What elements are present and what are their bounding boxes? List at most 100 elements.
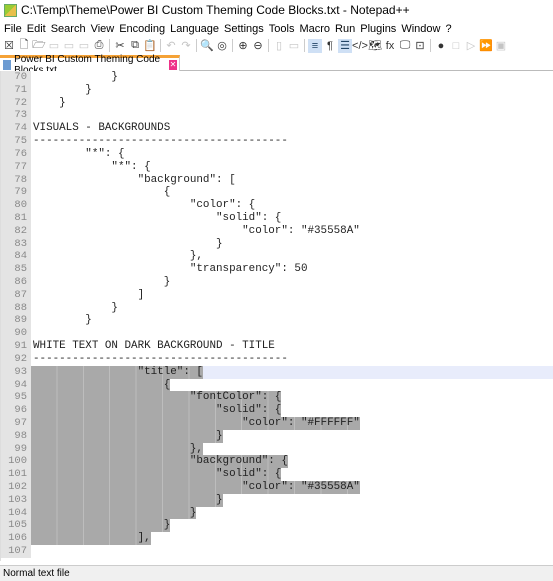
code-line: 79 { bbox=[1, 186, 553, 200]
folder-workspace-icon[interactable]: ⊡ bbox=[413, 39, 427, 53]
save-icon[interactable]: ▭ bbox=[47, 39, 61, 53]
line-number: 91 bbox=[1, 340, 31, 353]
code-line: 83 } bbox=[1, 237, 553, 251]
line-text: "*": { bbox=[33, 160, 151, 173]
record-macro-icon[interactable]: ● bbox=[434, 39, 448, 53]
code-line: 85 "transparency": 50 bbox=[1, 263, 553, 276]
menu-search[interactable]: Search bbox=[49, 23, 89, 35]
menu-window[interactable]: Window bbox=[399, 23, 443, 35]
line-number: 95 bbox=[1, 391, 31, 405]
line-text: "*": { bbox=[33, 147, 125, 160]
line-text: } bbox=[33, 237, 223, 250]
paste-icon[interactable]: 📋 bbox=[143, 39, 157, 53]
toolbar-separator bbox=[196, 39, 197, 52]
tab-active-file[interactable]: Power BI Custom Theming Code Blocks.txt … bbox=[0, 54, 180, 76]
toolbar-separator bbox=[160, 39, 161, 52]
line-text: } bbox=[33, 276, 171, 288]
tab-close-icon[interactable]: ✕ bbox=[168, 59, 177, 70]
code-line: 95 "fontColor": { bbox=[1, 391, 553, 405]
word-wrap-icon[interactable]: ≡ bbox=[308, 38, 322, 53]
code-line: 107 bbox=[1, 545, 553, 558]
zoom-out-icon[interactable]: ⊖ bbox=[251, 39, 265, 53]
line-number: 81 bbox=[1, 211, 31, 225]
close-all-icon[interactable]: ☒ bbox=[2, 39, 16, 53]
line-text: --------------------------------------- bbox=[33, 135, 288, 148]
code-line: 75 --------------------------------------… bbox=[1, 135, 553, 148]
line-number: 80 bbox=[1, 199, 31, 212]
stop-macro-icon[interactable]: □ bbox=[449, 39, 463, 53]
line-number: 103 bbox=[1, 493, 31, 507]
menu-plugins[interactable]: Plugins bbox=[358, 23, 399, 35]
selected-text: "title": [ bbox=[31, 365, 203, 379]
code-line: 88 } bbox=[1, 301, 553, 315]
selected-text: "color": "#35558A" bbox=[31, 481, 360, 494]
code-line: 74 VISUALS - BACKGROUNDS bbox=[1, 122, 553, 136]
indent-guide-icon[interactable]: ☰ bbox=[338, 38, 352, 53]
find-icon[interactable]: 🔍 bbox=[200, 39, 214, 53]
menu-file[interactable]: File bbox=[2, 23, 25, 35]
line-text bbox=[31, 545, 33, 558]
line-text: "color": "#35558A" bbox=[33, 224, 360, 237]
menu-help[interactable]: ? bbox=[443, 23, 454, 35]
menu-edit[interactable]: Edit bbox=[25, 23, 49, 35]
play-macro-icon[interactable]: ▷ bbox=[464, 39, 478, 53]
selected-text: "background": { bbox=[31, 455, 288, 469]
line-text: VISUALS - BACKGROUNDS bbox=[33, 122, 171, 135]
menu-language[interactable]: Language bbox=[168, 23, 222, 35]
xml-icon[interactable]: </> bbox=[352, 39, 368, 53]
code-line: 102 "color": "#35558A" bbox=[1, 481, 553, 494]
code-line: 96 "solid": { bbox=[1, 404, 553, 417]
show-all-chars-icon[interactable]: ¶ bbox=[323, 39, 337, 53]
line-text: } bbox=[33, 301, 118, 314]
code-line: 78 "background": [ bbox=[1, 173, 553, 187]
menu-view[interactable]: View bbox=[89, 23, 118, 35]
selected-text: "color": "#FFFFFF" bbox=[31, 416, 360, 430]
line-number: 70 bbox=[1, 71, 31, 84]
menu-tools[interactable]: Tools bbox=[267, 23, 298, 35]
line-number: 90 bbox=[1, 327, 31, 341]
code-line: 71 } bbox=[1, 83, 553, 97]
sync-horizontal-icon[interactable]: ▭ bbox=[287, 39, 301, 53]
menu-encoding[interactable]: Encoding bbox=[117, 23, 168, 35]
line-text: } bbox=[33, 83, 92, 96]
save-all-icon[interactable]: ▭ bbox=[62, 39, 76, 53]
line-text: WHITE TEXT ON DARK BACKGROUND - TITLE bbox=[33, 340, 275, 353]
line-number: 72 bbox=[1, 96, 31, 110]
selected-text: { bbox=[31, 378, 171, 392]
cut-icon[interactable]: ✂ bbox=[113, 39, 127, 53]
selected-text: }, bbox=[31, 442, 203, 456]
selected-text: "solid": { bbox=[31, 468, 282, 481]
undo-icon[interactable]: ↶ bbox=[164, 39, 178, 53]
print-icon[interactable]: ⎙ bbox=[92, 39, 106, 53]
redo-icon[interactable]: ↷ bbox=[179, 39, 193, 53]
sync-vertical-icon[interactable]: ▯ bbox=[272, 39, 286, 53]
run-macro-multiple-icon[interactable]: ⏩ bbox=[479, 39, 493, 53]
line-number: 84 bbox=[1, 250, 31, 264]
status-file-type: Normal text file bbox=[3, 568, 70, 579]
menu-settings[interactable]: Settings bbox=[222, 23, 267, 35]
new-file-icon[interactable]: 🗋 bbox=[17, 39, 31, 53]
code-line: 103 } bbox=[1, 493, 553, 507]
selected-text: } bbox=[31, 519, 171, 533]
menu-macro[interactable]: Macro bbox=[297, 23, 333, 35]
replace-icon[interactable]: ◎ bbox=[215, 39, 229, 53]
save-macro-icon[interactable]: ▣ bbox=[494, 39, 508, 53]
copy-icon[interactable]: ⧉ bbox=[128, 39, 142, 53]
function-list-icon[interactable]: fx bbox=[383, 39, 397, 53]
open-icon[interactable]: 🗁 bbox=[32, 39, 46, 53]
monitor-icon[interactable]: 🖵 bbox=[398, 39, 412, 53]
code-line: 101 "solid": { bbox=[1, 468, 553, 481]
code-line: 106 ], bbox=[1, 532, 553, 546]
line-text: "background": [ bbox=[33, 173, 236, 186]
menu-run[interactable]: Run bbox=[333, 23, 358, 35]
code-line: 80 "color": { bbox=[1, 199, 553, 212]
line-number: 86 bbox=[1, 276, 31, 289]
code-line: 99 }, bbox=[1, 442, 553, 456]
zoom-in-icon[interactable]: ⊕ bbox=[236, 39, 250, 53]
line-text: } bbox=[33, 314, 92, 327]
line-number: 97 bbox=[1, 416, 31, 430]
close-icon[interactable]: ▭ bbox=[77, 39, 91, 53]
code-line: 72 } bbox=[1, 96, 553, 110]
text-editor[interactable]: 70 } 71 } 72 } 73 74 VISUALS - BACKGROUNDS 75-… bbox=[0, 71, 553, 561]
doc-map-icon[interactable]: 🗺 bbox=[368, 39, 382, 53]
